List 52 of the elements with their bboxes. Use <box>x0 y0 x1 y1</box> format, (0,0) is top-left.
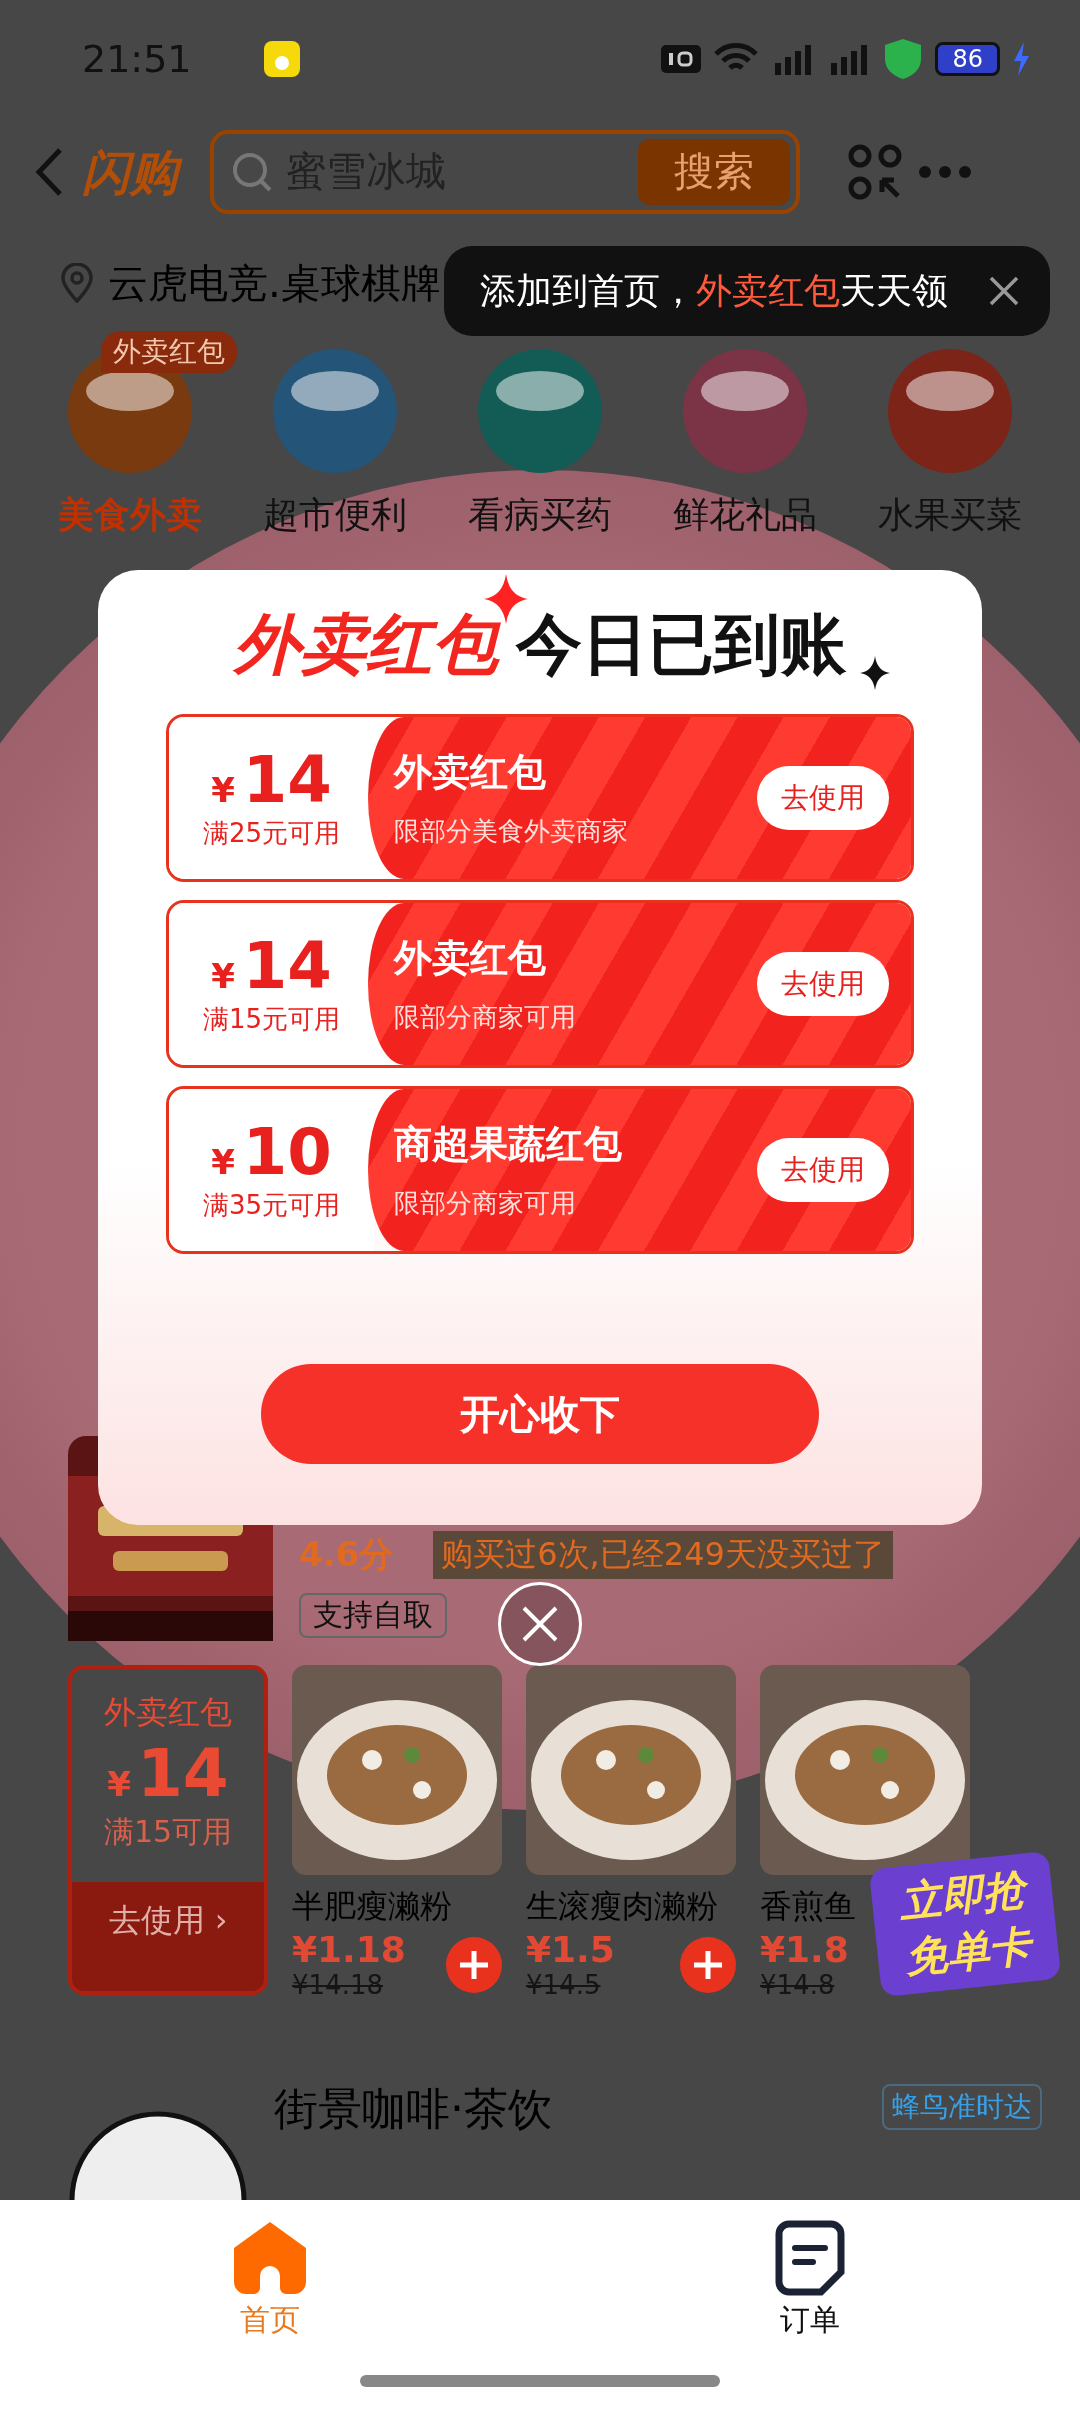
nav-tab[interactable]: 订单 <box>710 2220 910 2412</box>
dish-name: 生滚瘦肉濑粉 <box>526 1886 718 1927</box>
coupon-scope: 限部分商家可用 <box>394 1001 576 1034</box>
coupon-amount: ¥10 <box>211 1117 332 1188</box>
search-button[interactable]: 搜索 <box>638 138 790 205</box>
tooltip-text: 添加到首页，外卖红包天天领 <box>480 268 948 313</box>
nav-tab[interactable]: 首页 <box>170 2220 370 2412</box>
order-icon <box>775 2220 845 2296</box>
store-name: 街景咖啡·茶饮 <box>274 2082 553 2136</box>
coupon-card[interactable]: 外卖红包 ¥14 满15可用 去使用 › <box>68 1665 268 1995</box>
accept-button[interactable]: 开心收下 <box>261 1364 819 1464</box>
coupon-condition: 满35元可用 <box>202 1188 341 1222</box>
dish-price: ¥1.8 <box>760 1929 849 1970</box>
coupon-scope: 限部分商家可用 <box>394 1187 577 1220</box>
add-icon[interactable] <box>446 1936 502 1993</box>
coupon-condition: 满15元可用 <box>202 1002 341 1036</box>
use-button[interactable]: 去使用 <box>757 1138 889 1202</box>
coupon-name: 外卖红包 <box>394 749 547 796</box>
charging-icon <box>1012 41 1030 76</box>
coupon-condition: 满25元可用 <box>202 816 341 850</box>
shield-icon <box>883 36 924 81</box>
add-icon[interactable] <box>680 1936 736 1993</box>
sparkle-icon <box>860 656 890 690</box>
use-button[interactable]: 去使用 <box>757 766 889 830</box>
category-badge: 外卖红包 <box>101 330 237 373</box>
delivery-address[interactable]: 云虎电竞.桌球棋牌 <box>108 255 441 311</box>
dish-price: ¥1.5 <box>526 1929 615 1970</box>
purchase-history: 购买过6次,已经249天没买过了 <box>433 1531 893 1579</box>
app-notification-icon <box>263 40 300 77</box>
coupon-name: 外卖红包 <box>394 935 547 982</box>
dish-price: ¥1.18 <box>292 1929 406 1970</box>
coupon-amount: ¥14 <box>107 1735 229 1812</box>
store-rating: 4.6分 <box>299 1533 394 1576</box>
dish-name: 半肥瘦濑粉 <box>292 1886 452 1927</box>
close-icon[interactable] <box>988 275 1020 307</box>
coupon-amount: ¥14 <box>211 745 332 816</box>
battery-level: 86 <box>935 41 1000 76</box>
free-order-card-badge[interactable]: 立即抢 免单卡 <box>868 1850 1062 1998</box>
coupon-name: 商超果蔬红包 <box>394 1121 622 1168</box>
coupon-condition: 满15可用 <box>103 1813 233 1851</box>
coupon-scope: 限部分美食外卖商家 <box>394 815 628 848</box>
app-logo: 闪购 <box>78 140 188 203</box>
use-button[interactable]: 去使用 <box>757 952 889 1016</box>
location-pin-icon <box>60 263 94 304</box>
close-icon <box>520 1604 560 1644</box>
home-icon <box>232 2220 308 2296</box>
dish-name: 香煎鱼 <box>760 1886 856 1927</box>
delivery-tag: 蜂鸟准时达 <box>882 2084 1042 2130</box>
use-coupon-link[interactable]: 去使用 › <box>108 1899 228 1943</box>
dialog-title: 今日已到账 <box>516 605 846 685</box>
coupon-title: 外卖红包 <box>104 1692 232 1733</box>
coupon-amount: ¥14 <box>211 931 332 1002</box>
